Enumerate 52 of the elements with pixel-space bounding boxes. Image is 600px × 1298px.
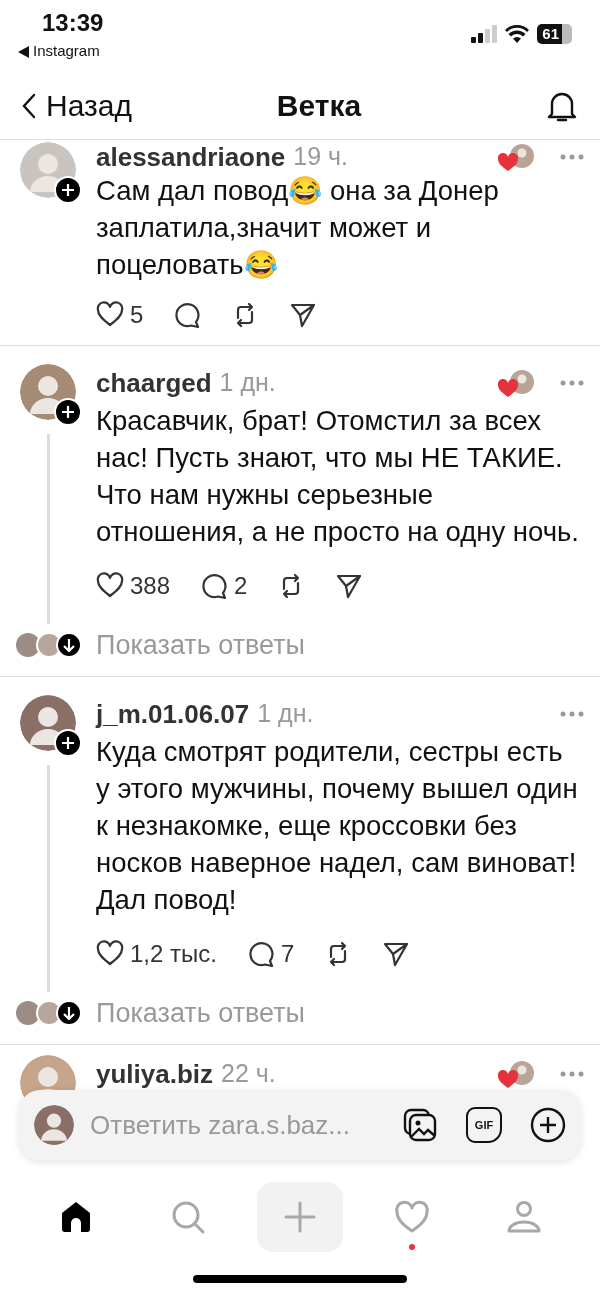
heart-icon [96, 572, 124, 600]
screen-title: Ветка [276, 88, 362, 124]
username[interactable]: j_m.01.06.07 [96, 694, 250, 734]
follow-plus-icon[interactable] [54, 398, 82, 426]
signal-icon [471, 25, 498, 43]
battery-empty-part [562, 24, 572, 44]
gif-sticker-button[interactable]: GIF [466, 1107, 502, 1143]
reply-field[interactable]: Ответить zara.s.baz... GIF [20, 1090, 580, 1160]
username[interactable]: alessandriaone [96, 140, 286, 177]
comment-icon [200, 572, 229, 600]
wifi-icon [505, 25, 530, 43]
like-button[interactable]: 5 [96, 297, 144, 333]
battery-level: 61 [537, 24, 562, 44]
avatar [34, 1105, 74, 1145]
add-icon[interactable] [530, 1107, 566, 1143]
comment-text: Куда смотрят родители, сестры есть у этого мужчины, почему вышел один к незнакомке, еще кроссовки без носков наверное надел, сам виноват! Дал повод! [96, 735, 579, 917]
comment-icon [246, 940, 275, 968]
more-options-icon[interactable] [560, 380, 584, 386]
back-triangle-icon [18, 45, 29, 58]
share-button[interactable] [382, 940, 411, 968]
post-time: 1 дн. [257, 698, 314, 730]
comment-text: Красавчик, брат! Отомстил за всех нас! Пусть знают, что мы НЕ ТАКИЕ. Что нам нужны серьезные отношения, а не просто на одну ночь. [96, 404, 580, 549]
share-button[interactable] [335, 572, 364, 600]
more-options-icon[interactable] [560, 711, 584, 717]
post-time: 1 дн. [219, 367, 276, 399]
reply-button[interactable]: 7 [246, 936, 295, 972]
image-icon[interactable] [402, 1107, 438, 1143]
heart-icon [96, 301, 124, 329]
reply-button[interactable]: 2 [200, 568, 248, 604]
comment-icon [173, 301, 202, 329]
share-button[interactable] [289, 301, 318, 329]
comment-text: Сам дал повод😂 она за Донер заплатила,значит может и поцеловать😂 [96, 174, 500, 282]
more-options-icon[interactable] [560, 154, 584, 160]
clock-time: 13:39 [42, 10, 104, 37]
heart-icon [96, 940, 124, 968]
like-button[interactable]: 388 [96, 568, 171, 604]
post-time: 19 ч. [293, 141, 349, 173]
send-icon [382, 940, 411, 968]
reply-button[interactable] [173, 301, 202, 329]
username[interactable]: chaarged [96, 363, 212, 403]
replier-avatars-icon [14, 999, 82, 1027]
follow-plus-icon[interactable] [54, 176, 82, 204]
follow-plus-icon[interactable] [54, 729, 82, 757]
replier-avatars-icon [14, 631, 82, 659]
more-options-icon[interactable] [560, 1071, 584, 1077]
chevron-left-icon [22, 92, 36, 119]
back-button[interactable]: Назад [22, 83, 132, 128]
post-time: 22 ч. [221, 1058, 276, 1090]
back-to-app-link[interactable]: Instagram [33, 40, 100, 63]
send-icon [289, 301, 318, 329]
send-icon [335, 572, 364, 600]
like-button[interactable]: 1,2 тыс. [96, 936, 217, 972]
